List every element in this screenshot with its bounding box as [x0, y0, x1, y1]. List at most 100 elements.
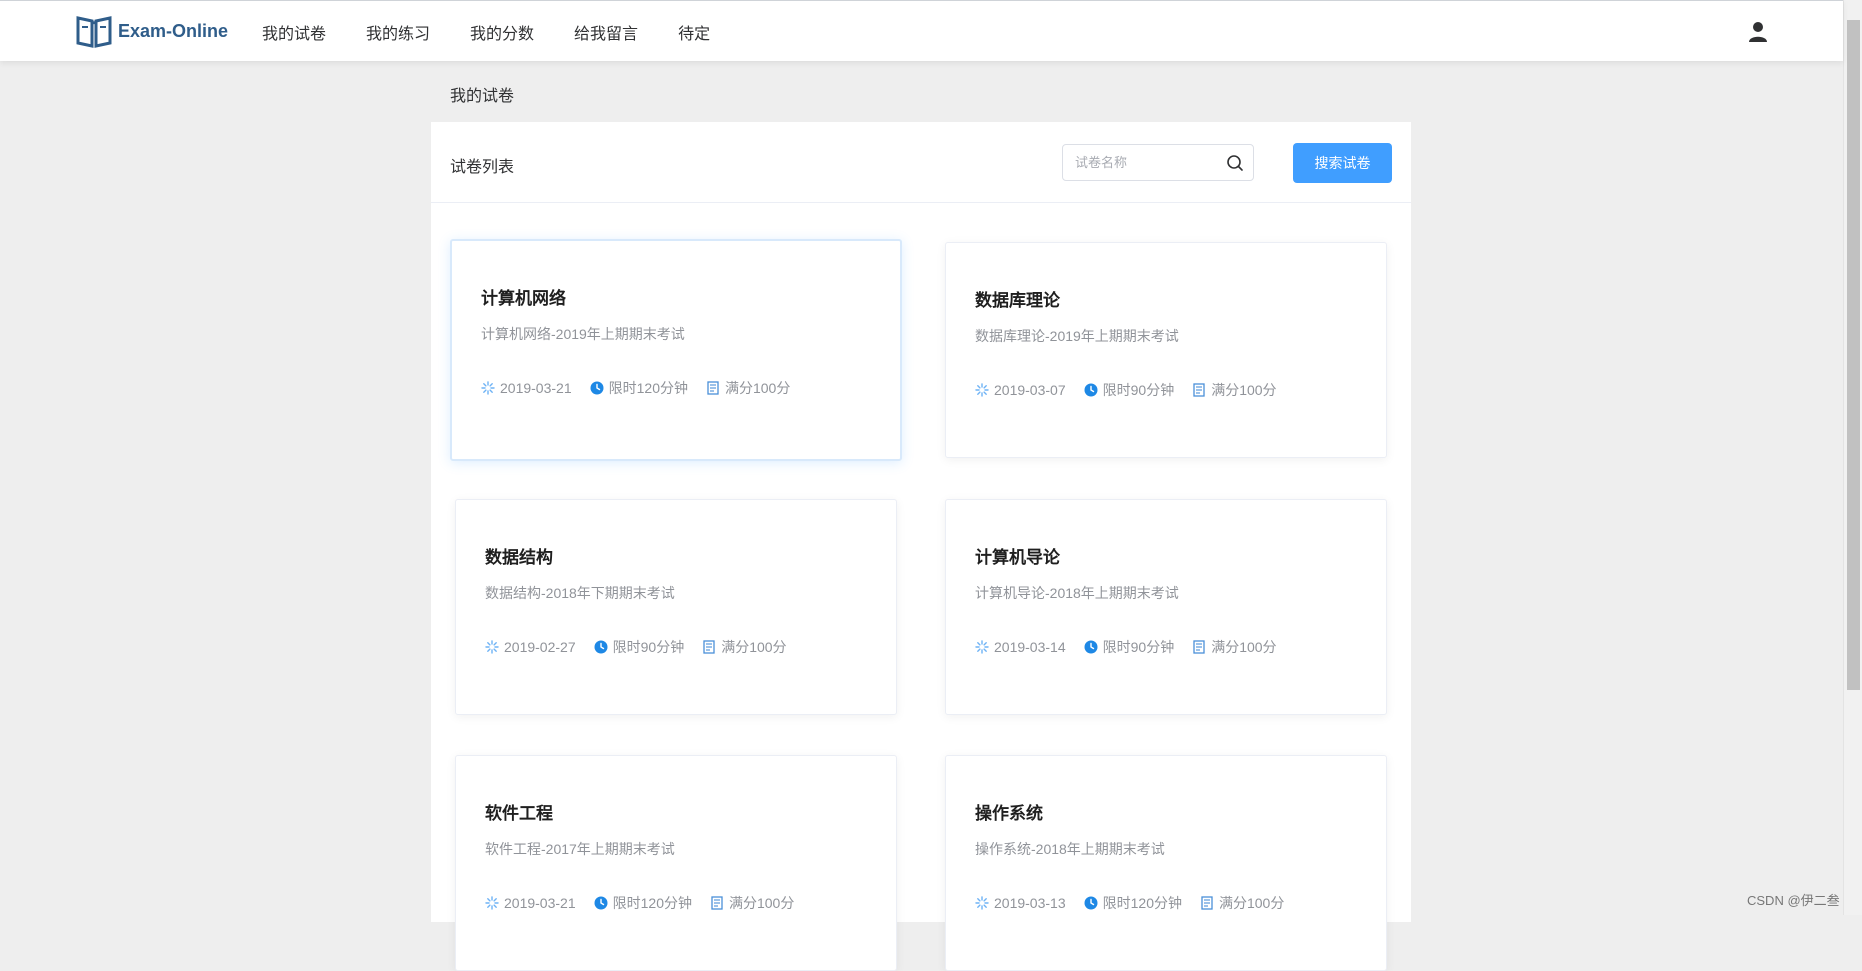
- clock-icon: [1084, 383, 1098, 397]
- paper-full-score-value: 满分100分: [721, 639, 787, 655]
- panel-title: 试卷列表: [450, 159, 515, 176]
- paper-date-value: 2019-02-27: [504, 639, 576, 655]
- paper-full-score: 满分100分: [1192, 637, 1277, 657]
- breadcrumb: 我的试卷: [450, 88, 515, 105]
- clock-icon: [1084, 896, 1098, 910]
- paper-date-value: 2019-03-13: [994, 895, 1066, 911]
- paper-title: 计算机网络: [481, 289, 566, 308]
- paper-full-score-value: 满分100分: [1211, 382, 1277, 398]
- paper-card[interactable]: 数据结构 数据结构-2018年下期期末考试 2019-02-27 限时90分钟 …: [455, 499, 897, 715]
- clock-icon: [594, 896, 608, 910]
- paper-full-score: 满分100分: [1192, 380, 1277, 400]
- paper-time-limit: 限时90分钟: [1084, 380, 1175, 400]
- paper-time-limit-value: 限时120分钟: [1102, 895, 1182, 911]
- nav-item-my-practice[interactable]: 我的练习: [366, 20, 430, 44]
- document-icon: [1193, 640, 1205, 654]
- paper-meta: 2019-03-21 限时120分钟 满分100分: [481, 378, 808, 398]
- sun-icon: [975, 896, 989, 910]
- paper-full-score-value: 满分100分: [724, 380, 791, 396]
- search-input[interactable]: [1073, 145, 1223, 180]
- paper-title: 数据结构: [485, 548, 553, 567]
- paper-list-panel: 试卷列表 搜索试卷 计算机网络 计算机网络-2019年上期期末考试 2019-0…: [431, 122, 1411, 971]
- paper-title: 数据库理论: [975, 291, 1060, 310]
- paper-date: 2019-02-27: [485, 639, 576, 655]
- paper-card[interactable]: 操作系统 操作系统-2018年上期期末考试 2019-03-13 限时120分钟…: [945, 755, 1387, 971]
- watermark: CSDN @伊二叁: [1747, 893, 1840, 908]
- page-scrollbar[interactable]: [1843, 0, 1862, 915]
- paper-time-limit-value: 限时90分钟: [612, 639, 685, 655]
- sun-icon: [975, 640, 989, 654]
- paper-time-limit-value: 限时90分钟: [1102, 382, 1175, 398]
- paper-meta: 2019-02-27 限时90分钟 满分100分: [485, 637, 805, 657]
- clock-icon: [590, 381, 604, 395]
- nav-item-my-papers[interactable]: 我的试卷: [262, 20, 326, 44]
- paper-card[interactable]: 计算机网络 计算机网络-2019年上期期末考试 2019-03-21 限时120…: [450, 239, 902, 461]
- search-paper-button[interactable]: 搜索试卷: [1293, 143, 1392, 183]
- paper-full-score: 满分100分: [702, 637, 787, 657]
- clock-icon: [594, 640, 608, 654]
- paper-time-limit-value: 限时120分钟: [608, 380, 688, 396]
- paper-date-value: 2019-03-07: [994, 382, 1066, 398]
- paper-time-limit: 限时90分钟: [594, 637, 685, 657]
- document-icon: [707, 381, 719, 395]
- search-icon[interactable]: [1226, 154, 1244, 172]
- panel-header: 试卷列表 搜索试卷: [431, 122, 1411, 203]
- paper-full-score-value: 满分100分: [1218, 895, 1285, 911]
- user-icon[interactable]: [1748, 21, 1768, 43]
- paper-title: 操作系统: [975, 804, 1043, 823]
- logo[interactable]: Exam-Online: [76, 14, 228, 48]
- paper-time-limit: 限时90分钟: [1084, 637, 1175, 657]
- paper-title: 计算机导论: [975, 548, 1060, 567]
- paper-meta: 2019-03-13 限时120分钟 满分100分: [975, 893, 1302, 913]
- logo-text: Exam-Online: [118, 20, 229, 41]
- paper-time-limit: 限时120分钟: [594, 893, 692, 913]
- nav-item-pending[interactable]: 待定: [678, 20, 710, 44]
- paper-date: 2019-03-21: [481, 380, 572, 396]
- paper-date: 2019-03-21: [485, 895, 576, 911]
- paper-date-value: 2019-03-21: [500, 380, 572, 396]
- paper-full-score: 满分100分: [710, 893, 794, 913]
- document-icon: [711, 896, 723, 910]
- book-icon: [76, 16, 112, 48]
- sun-icon: [481, 381, 495, 395]
- paper-description: 操作系统-2018年上期期末考试: [975, 841, 1165, 857]
- paper-description: 计算机导论-2018年上期期末考试: [975, 585, 1179, 601]
- document-icon: [703, 640, 715, 654]
- paper-full-score: 满分100分: [706, 378, 790, 398]
- paper-card[interactable]: 数据库理论 数据库理论-2019年上期期末考试 2019-03-07 限时90分…: [945, 242, 1387, 458]
- paper-time-limit: 限时120分钟: [590, 378, 688, 398]
- paper-time-limit: 限时120分钟: [1084, 893, 1182, 913]
- paper-full-score-value: 满分100分: [728, 895, 795, 911]
- sun-icon: [485, 640, 499, 654]
- main-nav: 我的试卷 我的练习 我的分数 给我留言 待定: [262, 1, 750, 62]
- paper-card[interactable]: 软件工程 软件工程-2017年上期期末考试 2019-03-21 限时120分钟…: [455, 755, 897, 971]
- paper-time-limit-value: 限时120分钟: [612, 895, 692, 911]
- nav-item-my-scores[interactable]: 我的分数: [470, 20, 534, 44]
- paper-date-value: 2019-03-14: [994, 639, 1066, 655]
- document-icon: [1201, 896, 1213, 910]
- sun-icon: [975, 383, 989, 397]
- paper-date: 2019-03-07: [975, 382, 1066, 398]
- top-navbar: Exam-Online 我的试卷 我的练习 我的分数 给我留言 待定: [0, 0, 1843, 61]
- paper-meta: 2019-03-14 限时90分钟 满分100分: [975, 637, 1295, 657]
- paper-description: 软件工程-2017年上期期末考试: [485, 841, 675, 857]
- paper-full-score-value: 满分100分: [1211, 639, 1277, 655]
- paper-meta: 2019-03-07 限时90分钟 满分100分: [975, 380, 1295, 400]
- paper-time-limit-value: 限时90分钟: [1102, 639, 1175, 655]
- paper-description: 数据结构-2018年下期期末考试: [485, 585, 675, 601]
- paper-date: 2019-03-14: [975, 639, 1066, 655]
- nav-item-leave-message[interactable]: 给我留言: [574, 20, 638, 44]
- paper-full-score: 满分100分: [1200, 893, 1284, 913]
- clock-icon: [1084, 640, 1098, 654]
- paper-date: 2019-03-13: [975, 895, 1066, 911]
- search-box: [1062, 144, 1254, 181]
- paper-description: 计算机网络-2019年上期期末考试: [481, 326, 685, 342]
- sun-icon: [485, 896, 499, 910]
- paper-meta: 2019-03-21 限时120分钟 满分100分: [485, 893, 812, 913]
- paper-description: 数据库理论-2019年上期期末考试: [975, 328, 1179, 344]
- document-icon: [1193, 383, 1205, 397]
- scrollbar-thumb[interactable]: [1847, 20, 1860, 690]
- paper-card[interactable]: 计算机导论 计算机导论-2018年上期期末考试 2019-03-14 限时90分…: [945, 499, 1387, 715]
- paper-title: 软件工程: [485, 804, 553, 823]
- paper-date-value: 2019-03-21: [504, 895, 576, 911]
